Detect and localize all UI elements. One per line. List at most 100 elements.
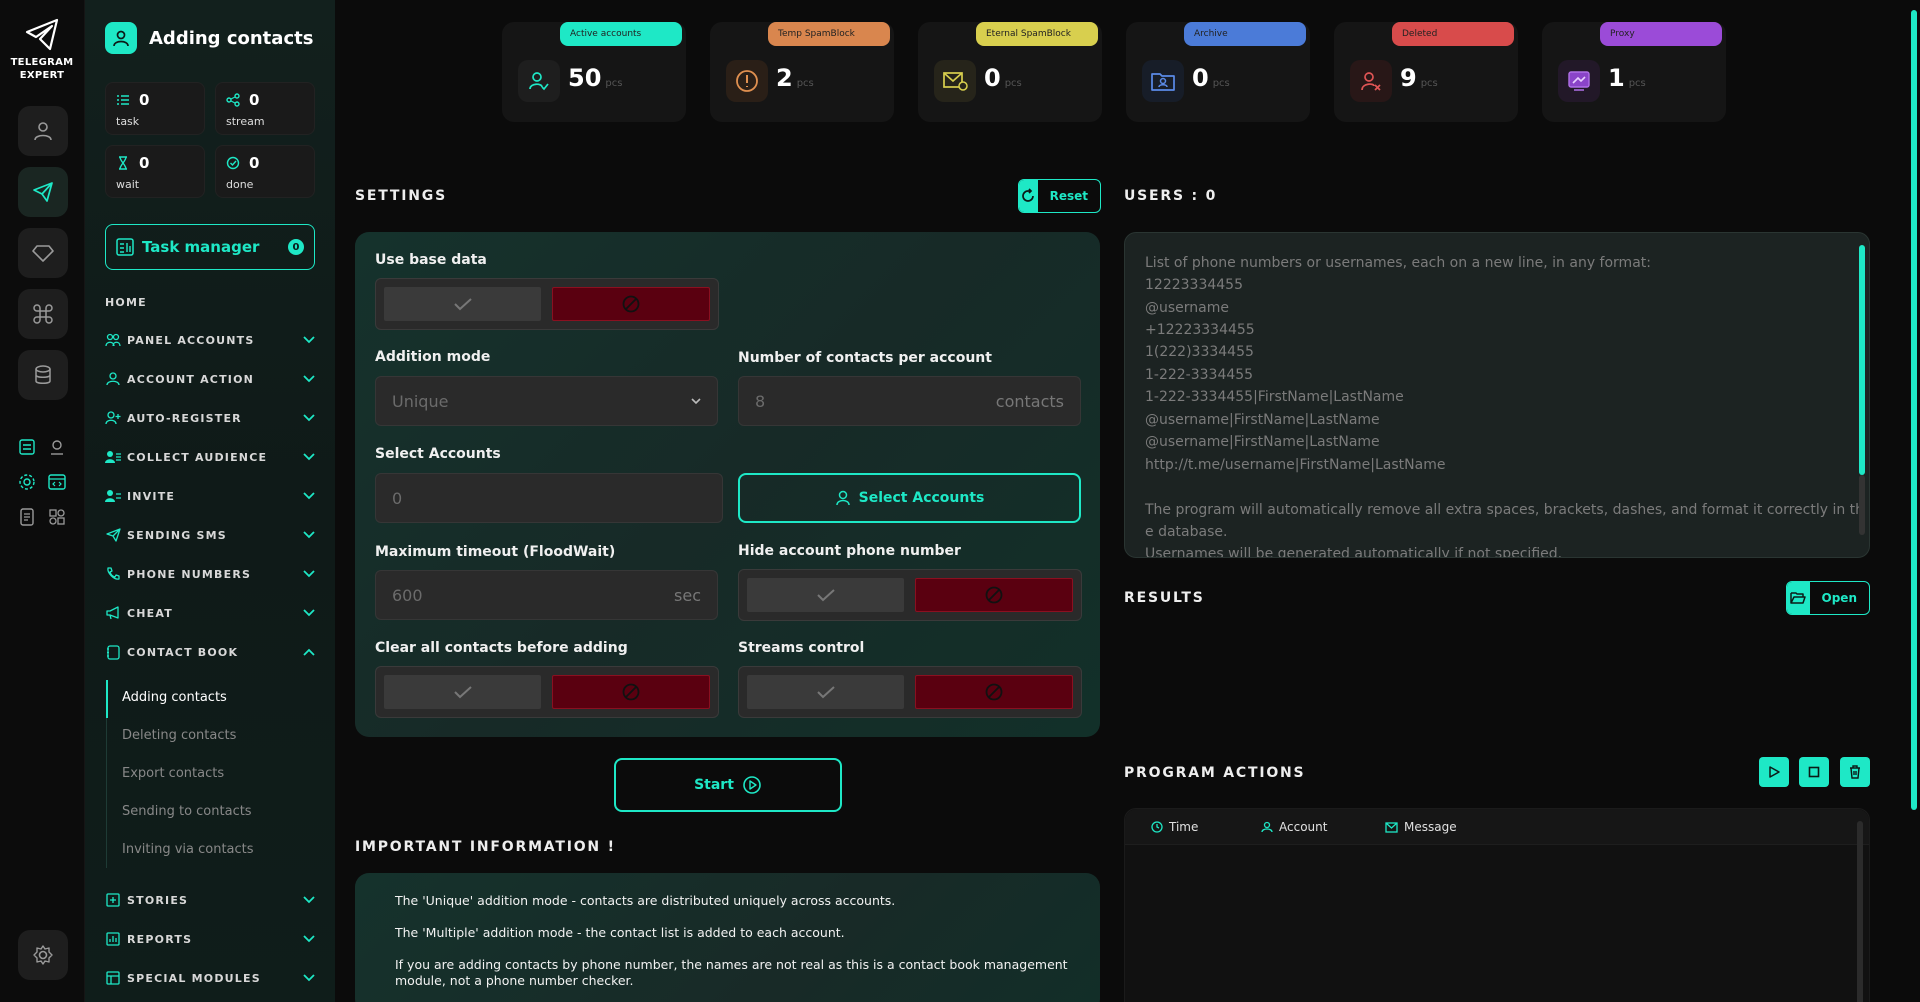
clear-button[interactable] bbox=[1840, 757, 1870, 787]
nav-home[interactable]: HOME bbox=[105, 292, 315, 312]
rail-mini-list-button[interactable] bbox=[16, 436, 38, 458]
toggle-no[interactable] bbox=[915, 578, 1073, 612]
nav-panel-accounts[interactable]: PANEL ACCOUNTS bbox=[105, 330, 315, 350]
hourglass-icon bbox=[119, 156, 127, 170]
task-manager-label: Task manager bbox=[142, 238, 260, 256]
toggle-no[interactable] bbox=[552, 287, 710, 321]
streams-control-toggle[interactable] bbox=[738, 666, 1082, 718]
log-column-time[interactable]: Time bbox=[1151, 820, 1198, 834]
rail-telegram-button[interactable] bbox=[18, 167, 68, 217]
contacts-per-account-input[interactable]: 8 contacts bbox=[738, 376, 1081, 426]
start-button[interactable]: Start bbox=[614, 758, 842, 812]
card-temp-spamblock[interactable]: Temp SpamBlock 2 pcs bbox=[710, 22, 894, 122]
rail-commands-button[interactable] bbox=[18, 289, 68, 339]
nav-special-modules[interactable]: SPECIAL MODULES bbox=[105, 968, 315, 988]
card-active-accounts[interactable]: Active accounts 50 pcs bbox=[502, 22, 686, 122]
rail-premium-button[interactable] bbox=[18, 228, 68, 278]
program-actions-heading: PROGRAM ACTIONS bbox=[1124, 765, 1306, 781]
users-scrollbar-track[interactable] bbox=[1859, 475, 1865, 535]
hide-phone-toggle[interactable] bbox=[738, 569, 1082, 621]
toggle-yes[interactable] bbox=[747, 578, 904, 612]
play-button[interactable] bbox=[1759, 757, 1789, 787]
rail-accounts-button[interactable] bbox=[18, 106, 68, 156]
rail-settings-button[interactable] bbox=[18, 930, 68, 980]
users-textarea[interactable]: List of phone numbers or usernames, each… bbox=[1124, 232, 1870, 558]
rail-mini-settings-button[interactable] bbox=[16, 471, 38, 493]
card-archive[interactable]: Archive 0 pcs bbox=[1126, 22, 1310, 122]
submenu-adding-contacts[interactable]: Adding contacts bbox=[122, 690, 227, 705]
select-accounts-value: 0 bbox=[392, 488, 403, 508]
submenu-inviting-via-contacts[interactable]: Inviting via contacts bbox=[122, 842, 254, 857]
card-deleted[interactable]: Deleted 9 pcs bbox=[1334, 22, 1518, 122]
placeholder-line: @username bbox=[1145, 300, 1229, 316]
submenu-deleting-contacts[interactable]: Deleting contacts bbox=[122, 728, 236, 743]
invite-icon bbox=[105, 488, 121, 504]
card-eternal-spamblock[interactable]: Eternal SpamBlock 0 pcs bbox=[918, 22, 1102, 122]
select-accounts-input[interactable]: 0 bbox=[375, 473, 723, 523]
toggle-no[interactable] bbox=[552, 675, 710, 709]
rail-mini-location-button[interactable] bbox=[46, 436, 68, 458]
submenu-sending-to-contacts[interactable]: Sending to contacts bbox=[122, 804, 252, 819]
stat-done-value: 0 bbox=[249, 154, 260, 172]
open-button[interactable]: Open bbox=[1786, 581, 1870, 615]
toggle-yes[interactable] bbox=[384, 287, 541, 321]
nav-sending-sms[interactable]: SENDING SMS bbox=[105, 525, 315, 545]
nav-invite[interactable]: INVITE bbox=[105, 486, 315, 506]
contacts-per-account-label: Number of contacts per account bbox=[738, 350, 992, 366]
rail-mini-apps-button[interactable] bbox=[46, 506, 68, 528]
contacts-per-account-value: 8 bbox=[755, 391, 766, 411]
card-tag: Deleted bbox=[1392, 22, 1514, 46]
nav-reports[interactable]: REPORTS bbox=[105, 929, 315, 949]
chevron-down-icon bbox=[303, 896, 315, 904]
toggle-yes[interactable] bbox=[747, 675, 904, 709]
rail-mini-notes-button[interactable] bbox=[16, 506, 38, 528]
log-scrollbar[interactable] bbox=[1857, 821, 1863, 1002]
nav-cheat[interactable]: CHEAT bbox=[105, 603, 315, 623]
reset-label: Reset bbox=[1049, 189, 1088, 203]
sidebar-title: Adding contacts bbox=[149, 27, 314, 49]
placeholder-line: e database. bbox=[1145, 524, 1228, 540]
nav-collect-audience[interactable]: COLLECT AUDIENCE bbox=[105, 447, 315, 467]
page-scrollbar-thumb[interactable] bbox=[1911, 10, 1917, 810]
app-logo[interactable]: TELEGRAM EXPERT bbox=[10, 18, 74, 82]
important-heading: IMPORTANT INFORMATION ! bbox=[355, 839, 616, 855]
stream-icon bbox=[226, 93, 240, 107]
nav-stories[interactable]: STORIES bbox=[105, 890, 315, 910]
max-timeout-input[interactable]: 600 sec bbox=[375, 570, 718, 620]
user-plus-icon bbox=[105, 410, 121, 426]
users-scrollbar-thumb[interactable] bbox=[1859, 245, 1865, 475]
task-manager-button[interactable]: Task manager 0 bbox=[105, 224, 315, 270]
log-column-account[interactable]: Account bbox=[1261, 820, 1327, 834]
use-base-data-toggle[interactable] bbox=[375, 278, 719, 330]
placeholder-line: @username|FirstName|LastName bbox=[1145, 434, 1380, 450]
toggle-no[interactable] bbox=[915, 675, 1073, 709]
location-user-icon bbox=[51, 440, 63, 455]
submenu-export-contacts[interactable]: Export contacts bbox=[122, 766, 224, 781]
timeout-suffix: sec bbox=[674, 585, 701, 605]
log-column-message[interactable]: Message bbox=[1385, 820, 1457, 834]
play-icon bbox=[1769, 766, 1780, 778]
placeholder-line: http://t.me/username|FirstName|LastName bbox=[1145, 457, 1446, 473]
clock-icon bbox=[1151, 821, 1163, 833]
rail-database-button[interactable] bbox=[18, 350, 68, 400]
plus-square-icon bbox=[105, 892, 121, 908]
nav-contact-book[interactable]: CONTACT BOOK bbox=[105, 642, 315, 662]
user-icon bbox=[835, 490, 850, 506]
card-proxy[interactable]: Proxy 1 pcs bbox=[1542, 22, 1726, 122]
user-icon bbox=[1261, 821, 1273, 833]
chevron-down-icon bbox=[303, 375, 315, 383]
select-accounts-button[interactable]: Select Accounts bbox=[738, 473, 1081, 523]
placeholder-line: @username|FirstName|LastName bbox=[1145, 412, 1380, 428]
page-scrollbar[interactable] bbox=[1908, 0, 1920, 1002]
mail-icon bbox=[1385, 821, 1398, 833]
stop-button[interactable] bbox=[1799, 757, 1829, 787]
addition-mode-select[interactable]: Unique bbox=[375, 376, 718, 426]
rail-mini-code-button[interactable] bbox=[46, 471, 68, 493]
nav-auto-register[interactable]: AUTO-REGISTER bbox=[105, 408, 315, 428]
clear-contacts-toggle[interactable] bbox=[375, 666, 719, 718]
nav-phone-numbers[interactable]: PHONE NUMBERS bbox=[105, 564, 315, 584]
reset-button[interactable]: Reset bbox=[1018, 179, 1101, 213]
toggle-yes[interactable] bbox=[384, 675, 541, 709]
nav-account-action[interactable]: ACCOUNT ACTION bbox=[105, 369, 315, 389]
placeholder-line: 12223334455 bbox=[1145, 277, 1243, 293]
